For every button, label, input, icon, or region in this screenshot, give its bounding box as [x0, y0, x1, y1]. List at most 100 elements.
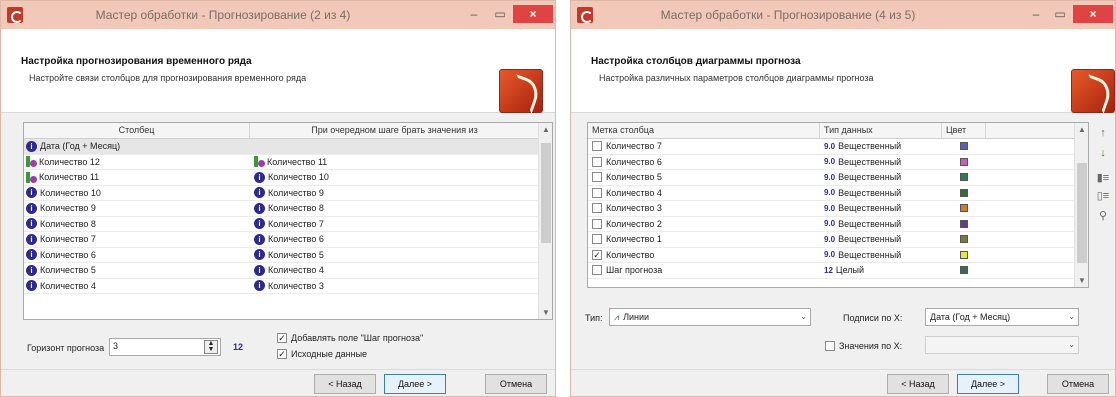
type-cell[interactable]: 9.0 Вещественный: [820, 141, 942, 151]
cancel-button[interactable]: Отмена: [1047, 374, 1109, 394]
row-checkbox[interactable]: [592, 265, 602, 276]
color-cell[interactable]: [942, 250, 986, 259]
source-cell[interactable]: i Количество 10: [250, 171, 540, 183]
maximize-button[interactable]: ▭: [1049, 5, 1071, 23]
source-cell[interactable]: i Количество 7: [250, 218, 540, 230]
row-checkbox[interactable]: [592, 141, 602, 152]
label-cell[interactable]: Количество 7: [588, 141, 820, 152]
table-row[interactable]: Количество 6 9.0 Вещественный: [588, 155, 1088, 170]
table-row[interactable]: Количество 1 9.0 Вещественный: [588, 232, 1088, 248]
vertical-scrollbar[interactable]: ▲ ▼: [538, 123, 552, 319]
label-cell[interactable]: Количество 2: [588, 218, 820, 229]
source-cell[interactable]: i Количество 5: [250, 249, 540, 261]
move-up-icon[interactable]: ↑: [1096, 127, 1110, 139]
source-cell[interactable]: i Количество 6: [250, 233, 540, 245]
type-cell[interactable]: 12 Целый: [820, 265, 942, 275]
x-values-checkbox[interactable]: Значения по X:: [825, 341, 902, 351]
move-down-icon[interactable]: ↓: [1096, 147, 1110, 159]
color-swatch[interactable]: [960, 157, 968, 166]
type-cell[interactable]: 9.0 Вещественный: [820, 234, 942, 244]
table-row[interactable]: Количество 4 9.0 Вещественный: [588, 186, 1088, 201]
table-row[interactable]: i Количество 10 i Количество 9: [24, 186, 552, 201]
type-cell[interactable]: 9.0 Вещественный: [820, 250, 942, 260]
label-cell[interactable]: ✓ Количество: [588, 249, 820, 260]
close-button[interactable]: ×: [1073, 5, 1113, 23]
scroll-thumb[interactable]: [1077, 163, 1087, 263]
source-cell[interactable]: i Количество 9: [250, 187, 540, 199]
table-row[interactable]: ✓ Количество 9.0 Вещественный: [588, 248, 1088, 263]
table-row[interactable]: i Количество 5 i Количество 4: [24, 263, 552, 279]
row-checkbox[interactable]: [592, 203, 602, 214]
table-row[interactable]: i Количество 8 i Количество 7: [24, 217, 552, 232]
column-cell[interactable]: Количество 12: [24, 156, 250, 168]
color-cell[interactable]: [942, 219, 986, 228]
vertical-scrollbar[interactable]: ▲ ▼: [1074, 123, 1088, 287]
source-cell[interactable]: i Количество 3: [250, 280, 540, 292]
color-cell[interactable]: [942, 157, 986, 166]
color-swatch[interactable]: [960, 142, 968, 151]
horizon-input[interactable]: 3 ▲ ▼: [109, 338, 221, 356]
color-swatch[interactable]: [960, 219, 968, 228]
table-row[interactable]: Количество 11 i Количество 10: [24, 170, 552, 186]
add-step-field-checkbox[interactable]: ✓ Добавлять поле "Шаг прогноза": [277, 333, 423, 343]
table-row[interactable]: Количество 12 Количество 11: [24, 155, 552, 170]
column-cell[interactable]: i Количество 6: [24, 249, 250, 261]
type-cell[interactable]: 9.0 Вещественный: [820, 188, 942, 198]
x-values-select[interactable]: ⌄: [925, 336, 1079, 354]
color-cell[interactable]: [942, 266, 986, 275]
label-cell[interactable]: Количество 6: [588, 156, 820, 167]
row-checkbox[interactable]: [592, 234, 602, 245]
table-row[interactable]: i Количество 6 i Количество 5: [24, 248, 552, 263]
deselect-all-icon[interactable]: ▯≡: [1096, 189, 1110, 202]
column-cell[interactable]: i Количество 7: [24, 233, 250, 245]
table-row[interactable]: i Количество 9 i Количество 8: [24, 201, 552, 217]
column-cell[interactable]: Количество 11: [24, 171, 250, 183]
close-button[interactable]: ×: [513, 5, 553, 23]
color-swatch[interactable]: [960, 266, 968, 275]
row-checkbox[interactable]: [592, 187, 602, 198]
color-cell[interactable]: [942, 235, 986, 244]
color-cell[interactable]: [942, 188, 986, 197]
x-values-checkbox-box[interactable]: [825, 341, 835, 351]
horizon-spin-icon[interactable]: ▲ ▼: [204, 340, 218, 354]
table-row[interactable]: i Количество 7 i Количество 6: [24, 232, 552, 248]
maximize-button[interactable]: ▭: [489, 5, 511, 23]
color-cell[interactable]: [942, 142, 986, 151]
label-cell[interactable]: Шаг прогноза: [588, 265, 820, 276]
minimize-button[interactable]: –: [1025, 5, 1047, 23]
column-header-color[interactable]: Цвет: [942, 123, 986, 138]
title-bar[interactable]: Мастер обработки - Прогнозирование (4 из…: [571, 1, 1115, 29]
chart-type-select[interactable]: ⩘ Линии ⌄: [609, 308, 811, 326]
column-header-label[interactable]: Метка столбца: [588, 123, 820, 138]
label-cell[interactable]: Количество 1: [588, 234, 820, 245]
source-cell[interactable]: Количество 11: [250, 156, 540, 168]
column-header-type[interactable]: Тип данных: [820, 123, 942, 138]
row-checkbox[interactable]: [592, 218, 602, 229]
table-row[interactable]: Количество 7 9.0 Вещественный: [588, 139, 1088, 155]
column-header-source[interactable]: При очередном шаге брать значения из: [250, 123, 540, 138]
scroll-down-arrow-icon[interactable]: ▼: [539, 308, 552, 317]
scroll-up-arrow-icon[interactable]: ▲: [539, 125, 552, 134]
scroll-down-arrow-icon[interactable]: ▼: [1075, 276, 1088, 285]
type-cell[interactable]: 9.0 Вещественный: [820, 203, 942, 213]
title-bar[interactable]: Мастер обработки - Прогнозирование (2 из…: [1, 1, 555, 29]
select-all-icon[interactable]: ▮≡: [1096, 171, 1110, 184]
scroll-thumb[interactable]: [541, 143, 551, 243]
back-button[interactable]: < Назад: [887, 374, 949, 394]
row-checkbox[interactable]: [592, 156, 602, 167]
label-cell[interactable]: Количество 4: [588, 187, 820, 198]
source-data-checkbox[interactable]: ✓ Исходные данные: [277, 349, 367, 359]
cancel-button[interactable]: Отмена: [485, 374, 547, 394]
label-cell[interactable]: Количество 5: [588, 172, 820, 183]
color-swatch[interactable]: [960, 250, 968, 259]
table-row[interactable]: i Количество 4 i Количество 3: [24, 279, 552, 294]
table-row[interactable]: i Дата (Год + Месяц): [24, 139, 552, 155]
type-cell[interactable]: 9.0 Вещественный: [820, 219, 942, 229]
source-data-checkbox-box[interactable]: ✓: [277, 349, 287, 359]
scroll-up-arrow-icon[interactable]: ▲: [1075, 125, 1088, 134]
settings-icon[interactable]: ⚲: [1096, 209, 1110, 222]
column-cell[interactable]: i Количество 10: [24, 187, 250, 199]
table-row[interactable]: Количество 3 9.0 Вещественный: [588, 201, 1088, 217]
minimize-button[interactable]: –: [463, 5, 485, 23]
label-cell[interactable]: Количество 3: [588, 203, 820, 214]
